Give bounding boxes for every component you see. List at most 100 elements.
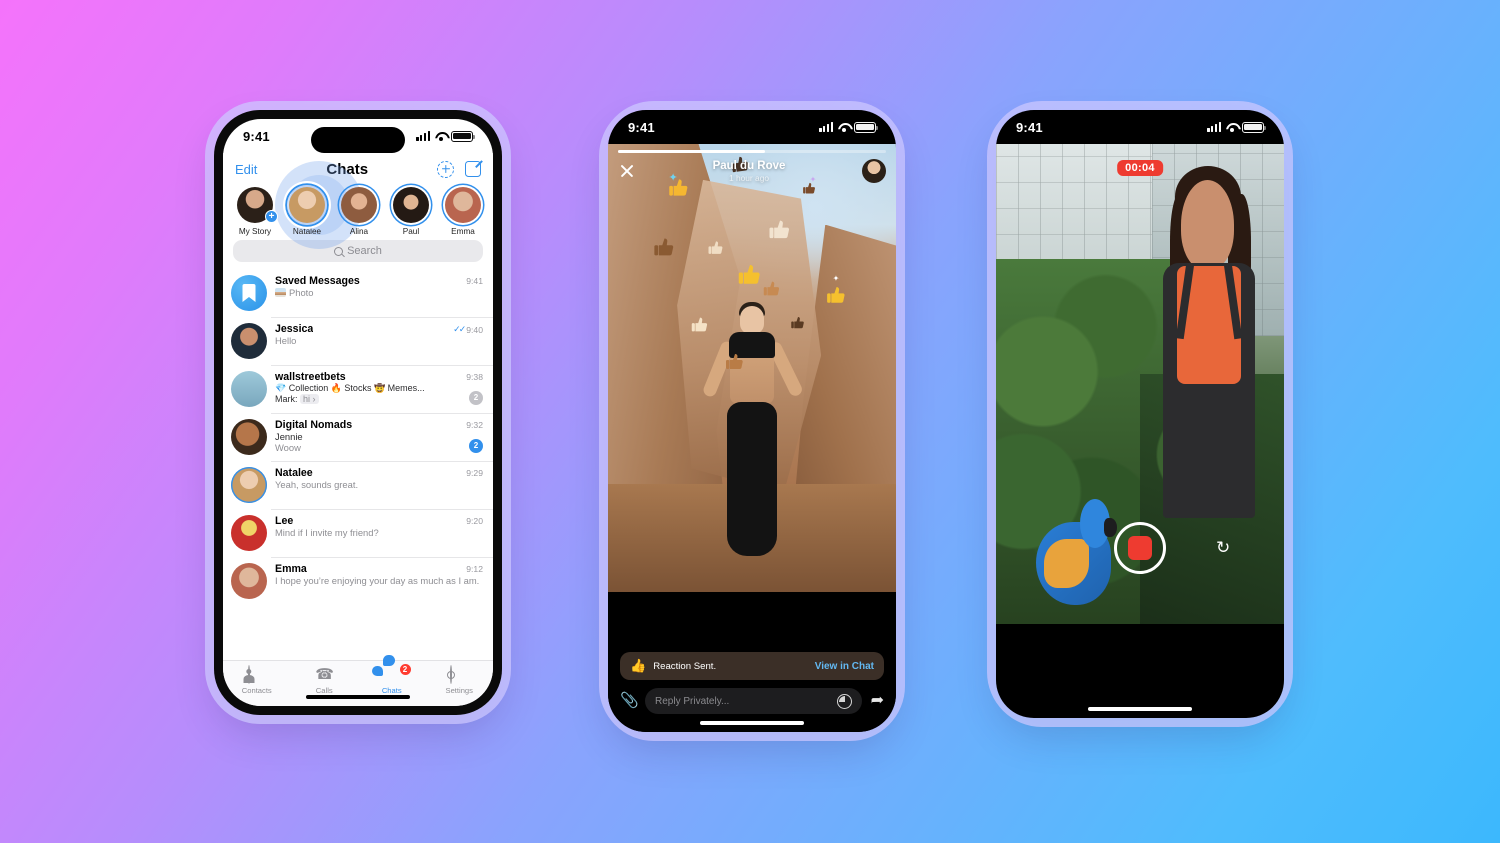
row-body: Emma 9:12 I hope you’re enjoying your da… [275, 563, 483, 599]
chat-title: wallstreetbets [275, 371, 346, 383]
chat-topic-tags: 💎 Collection 🔥 Stocks 🤠 Memes... [275, 383, 425, 393]
story-progress-bar[interactable] [618, 150, 886, 153]
chat-time: 9:12 [466, 564, 483, 574]
row-body: Natalee 9:29 Yeah, sounds great. [275, 467, 483, 503]
chat-title: Digital Nomads [275, 419, 353, 431]
chat-time: 9:29 [466, 468, 483, 478]
chat-title: Natalee [275, 467, 313, 479]
story-label: Paul [402, 227, 420, 236]
thumbs-up-reaction [789, 314, 807, 332]
story-timestamp: 1 hour ago [728, 172, 770, 183]
chat-list: Saved Messages 9:41 Photo Jessica ✓✓ 9:40… [223, 269, 493, 605]
story-item-my-story[interactable]: + My Story [229, 185, 281, 236]
preview-chip: hi › [300, 394, 319, 404]
share-icon[interactable]: ➦ [871, 693, 884, 709]
close-icon[interactable] [618, 162, 636, 180]
edit-button[interactable]: Edit [235, 162, 257, 177]
home-indicator [1088, 706, 1192, 711]
status-indicators [416, 130, 476, 142]
story-ring-selected [287, 185, 327, 225]
chat-preview: I hope you’re enjoying your day as much … [275, 575, 480, 586]
camera-controls: ↻ [996, 522, 1284, 582]
gear-icon [450, 665, 453, 684]
saved-messages-icon [231, 275, 267, 311]
chat-row-emma[interactable]: Emma 9:12 I hope you’re enjoying your da… [223, 557, 493, 605]
row-right: 2 [469, 387, 483, 405]
chat-row-wallstreetbets[interactable]: wallstreetbets 9:38 💎 Collection 🔥 Stock… [223, 365, 493, 413]
add-story-icon[interactable] [437, 160, 454, 178]
story-item-natalee[interactable]: Natalee [281, 185, 333, 236]
avatar [288, 186, 326, 224]
compose-icon[interactable] [465, 161, 481, 177]
reply-input[interactable]: Reply Privately... [645, 688, 862, 714]
tab-label: Settings [445, 686, 473, 695]
read-receipt-icon: ✓✓ [453, 324, 466, 334]
chat-row-natalee[interactable]: Natalee 9:29 Yeah, sounds great. [223, 461, 493, 509]
paperclip-icon[interactable]: 📎 [620, 693, 639, 709]
wifi-icon [434, 131, 447, 142]
add-story-badge[interactable]: + [265, 210, 278, 223]
search-input[interactable]: Search [233, 240, 483, 262]
unread-badge: 2 [469, 390, 483, 405]
avatar [231, 323, 267, 359]
timer-icon[interactable] [836, 693, 852, 709]
dynamic-island [311, 127, 405, 153]
story-label: Alina [349, 227, 369, 236]
phone-camera: 9:41 00:04 ↻ [996, 110, 1284, 718]
phone2-screen: 9:41 ✦ ✦ ✦ Paul du Rove 1 hour ago 👍 Rea… [608, 110, 896, 732]
battery-icon [854, 121, 879, 133]
flip-camera-icon[interactable]: ↻ [1216, 538, 1236, 558]
poster-canvas: 9:41 Edit Chats + My Story Natalee Alina… [0, 0, 1500, 843]
chat-row-jessica[interactable]: Jessica ✓✓ 9:40 Hello [223, 317, 493, 365]
chat-preview: Yeah, sounds great. [275, 479, 359, 490]
story-item-emma[interactable]: Emma [437, 185, 489, 236]
tab-settings[interactable]: Settings [426, 665, 494, 706]
row-body: Digital Nomads 9:32 Jennie Woow [275, 419, 483, 455]
chat-row-saved-messages[interactable]: Saved Messages 9:41 Photo [223, 269, 493, 317]
record-stop-icon[interactable] [1114, 522, 1166, 574]
tab-contacts[interactable]: Contacts [223, 665, 291, 706]
status-bar: 9:41 [608, 110, 896, 144]
status-time: 9:41 [1016, 119, 1043, 135]
time-text: 9:40 [466, 324, 483, 335]
avatar [340, 186, 378, 224]
tab-label: Contacts [241, 686, 272, 695]
reply-placeholder: Reply Privately... [655, 695, 730, 707]
avatar [231, 467, 267, 503]
phone3-screen: 9:41 00:04 ↻ [996, 110, 1284, 718]
phone-story-viewer: 9:41 ✦ ✦ ✦ Paul du Rove 1 hour ago 👍 Rea… [608, 110, 896, 732]
signal-bars-icon [819, 122, 833, 132]
status-time: 9:41 [628, 119, 655, 135]
chat-preview: Mind if I invite my friend? [275, 527, 379, 538]
search-placeholder: Search [347, 245, 382, 257]
status-indicators [819, 121, 879, 133]
chat-title: Emma [275, 563, 307, 575]
story-item-paul[interactable]: Paul [385, 185, 437, 236]
view-in-chat-button[interactable]: View in Chat [815, 661, 874, 672]
story-media[interactable]: ✦ ✦ ✦ Paul du Rove 1 hour ago [608, 144, 896, 592]
unread-badge: 2 [469, 438, 483, 453]
chat-row-lee[interactable]: Lee 9:20 Mind if I invite my friend? [223, 509, 493, 557]
avatar [231, 563, 267, 599]
reaction-toast: 👍 Reaction Sent. View in Chat [620, 652, 884, 680]
avatar [231, 419, 267, 455]
chat-row-digital-nomads[interactable]: Digital Nomads 9:32 Jennie Woow 2 [223, 413, 493, 461]
story-label: Natalee [292, 227, 322, 236]
thumbs-up-reaction [824, 283, 849, 308]
tab-calls[interactable]: ☎ Calls [291, 666, 359, 706]
thumbs-up-reaction [706, 238, 726, 258]
story-author-avatar[interactable] [862, 159, 886, 183]
tab-chats[interactable]: 2 Chats [358, 655, 426, 706]
recording-timer: 00:04 [1117, 160, 1163, 176]
thumbs-up-reaction [766, 216, 794, 244]
phone-chats: 9:41 Edit Chats + My Story Natalee Alina… [214, 110, 502, 715]
battery-icon [451, 130, 476, 142]
home-indicator [306, 694, 410, 699]
battery-icon [1242, 121, 1267, 133]
thumbs-up-reaction [689, 314, 711, 336]
story-item-alina[interactable]: Alina [333, 185, 385, 236]
avatar [392, 186, 430, 224]
chat-time: 9:32 [466, 420, 483, 430]
camera-viewfinder[interactable]: 00:04 ↻ [996, 144, 1284, 624]
thumbs-up-icon: 👍 [630, 658, 647, 673]
